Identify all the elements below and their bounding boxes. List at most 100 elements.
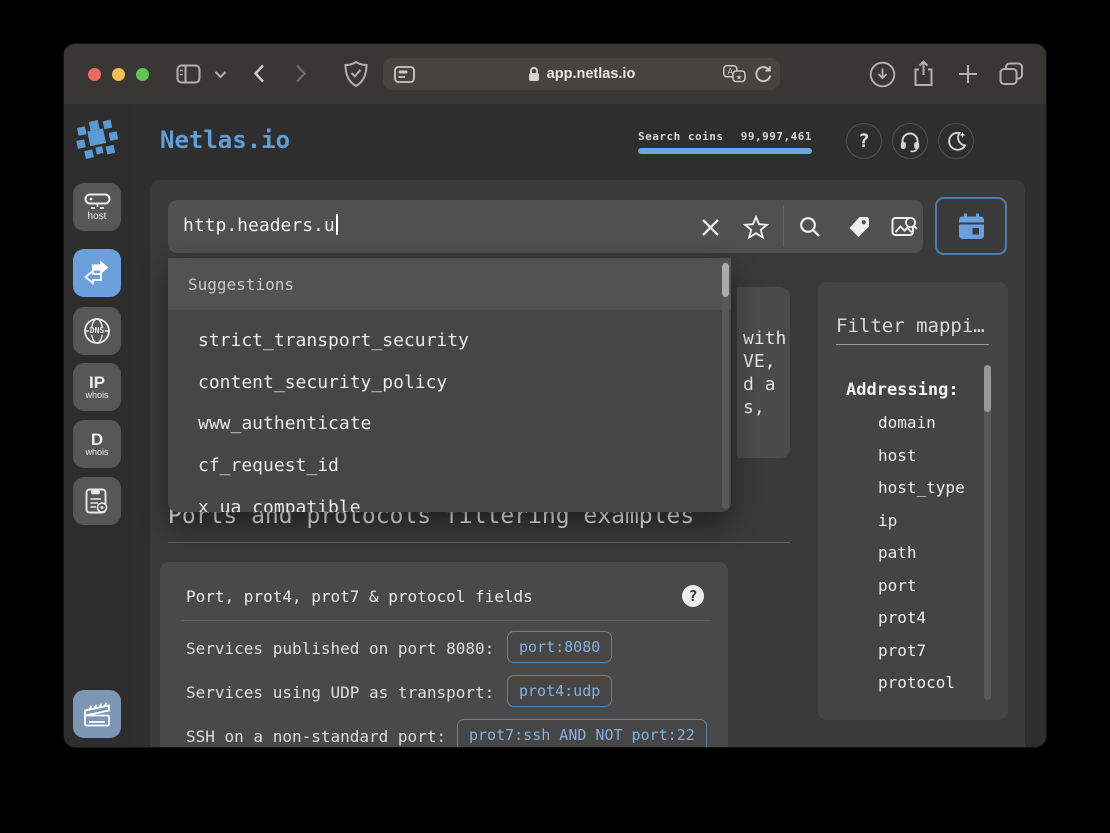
host-server-icon [84, 193, 111, 210]
examples-help-button[interactable]: ? [682, 585, 704, 607]
sidebar-item-domain-whois[interactable]: D whois [73, 420, 121, 468]
ip-whois-label: whois [85, 391, 108, 400]
filter-item[interactable]: path [878, 543, 917, 562]
browser-toolbar: app.netlas.io A★ [64, 44, 1046, 104]
support-button[interactable] [892, 123, 928, 159]
image-search-icon[interactable] [890, 213, 918, 241]
forward-button[interactable] [295, 64, 307, 83]
chevron-down-icon[interactable] [214, 70, 227, 79]
filter-item[interactable]: protocol [878, 673, 955, 692]
filter-group-addressing: Addressing: [846, 380, 959, 400]
share-button[interactable] [912, 59, 935, 88]
occluded-text: s, [743, 397, 765, 418]
question-mark-icon: ? [858, 130, 869, 152]
sidebar-item-responses[interactable] [73, 249, 121, 297]
filter-item[interactable]: prot7 [878, 641, 926, 660]
suggestion-item[interactable]: content_security_policy [198, 372, 447, 393]
clapperboard-icon [82, 701, 112, 728]
filter-item[interactable]: host_type [878, 478, 965, 497]
netlas-logo-icon[interactable] [74, 116, 120, 162]
filter-scrollbar-track[interactable] [984, 365, 991, 700]
suggestion-item[interactable]: x_ua_compatible [198, 497, 361, 512]
example-row-label: SSH on a non-standard port: [186, 727, 446, 746]
occluded-text: d a [743, 374, 776, 395]
minimize-window-button[interactable] [112, 68, 125, 81]
sidebar-item-ip-whois[interactable]: IP whois [73, 363, 121, 411]
request-response-arrows-icon [83, 260, 111, 286]
save-search-star-icon[interactable] [742, 213, 770, 241]
dns-label: DNS [89, 327, 105, 335]
tools-sidebar: host DNS IP whois D whois [64, 104, 130, 747]
domain-whois-d-label: D [91, 431, 103, 448]
search-query-text: http.headers.u [183, 214, 338, 236]
dropdown-scrollbar-thumb[interactable] [722, 263, 729, 297]
back-button[interactable] [253, 64, 265, 83]
domain-whois-label: whois [85, 448, 108, 457]
dropdown-scrollbar-track[interactable] [722, 261, 729, 509]
filter-title-underline [836, 344, 989, 345]
examples-card-title: Port, prot4, prot7 & protocol fields [186, 587, 533, 606]
new-tab-button[interactable] [957, 63, 979, 85]
translate-icon[interactable]: A★ [723, 65, 746, 83]
suggestion-item[interactable]: cf_request_id [198, 455, 339, 476]
search-input[interactable]: http.headers.u [168, 200, 923, 253]
app-header: Netlas.io Search coins 99,997,461 ? [130, 104, 1046, 180]
examples-card-divider [181, 620, 711, 621]
port-protocol-examples-card: Port, prot4, prot7 & protocol fields ? S… [160, 562, 728, 747]
example-query-chip[interactable]: prot7:ssh AND NOT port:22 [457, 719, 707, 747]
example-query-chip[interactable]: port:8080 [507, 631, 612, 663]
dns-globe-icon: DNS [83, 317, 111, 345]
suggestion-item[interactable]: www_authenticate [198, 413, 371, 434]
suggestions-header: Suggestions [168, 258, 731, 310]
filter-item[interactable]: ip [878, 511, 897, 530]
example-row-label: Services published on port 8080: [186, 639, 494, 658]
filter-mappings-panel: Filter mappi… Addressing: domain host ho… [818, 282, 1008, 720]
text-caret [336, 214, 338, 235]
occluded-info-card: with VE, d a s, [737, 287, 790, 458]
coins-label: Search coins [638, 130, 723, 143]
zoom-window-button[interactable] [136, 68, 149, 81]
downloads-button[interactable] [869, 61, 896, 88]
filter-item[interactable]: port [878, 576, 917, 595]
tag-icon[interactable] [845, 213, 873, 241]
filter-panel-title: Filter mappi… [836, 315, 991, 337]
search-coins-widget: Search coins 99,997,461 [638, 130, 812, 154]
suggestions-dropdown: Suggestions strict_transport_security co… [168, 258, 731, 512]
netlas-logo-text[interactable]: Netlas.io [160, 126, 290, 154]
occluded-text: VE, [743, 351, 776, 372]
filter-item[interactable]: host [878, 446, 917, 465]
lock-icon [528, 66, 540, 82]
suggestion-item[interactable]: strict_transport_security [198, 330, 469, 351]
dark-mode-toggle[interactable] [938, 123, 974, 159]
example-row-label: Services using UDP as transport: [186, 683, 494, 702]
example-query-chip[interactable]: prot4:udp [507, 675, 612, 707]
sidebar-item-host[interactable]: host [73, 183, 121, 231]
svg-text:★: ★ [736, 73, 742, 81]
sidebar-item-certificates[interactable] [73, 477, 121, 525]
scan-date-button[interactable] [935, 197, 1007, 255]
filter-item[interactable]: domain [878, 413, 936, 432]
sidebar-item-media[interactable] [73, 690, 121, 738]
url-bar[interactable]: app.netlas.io A★ [383, 58, 780, 90]
sidebar-toggle-icon[interactable] [176, 64, 201, 84]
tab-overview-button[interactable] [999, 62, 1024, 86]
clear-search-icon[interactable] [696, 213, 724, 241]
question-mark-icon: ? [688, 587, 697, 605]
browser-window: app.netlas.io A★ Netlas.io Search coins [64, 44, 1046, 747]
host-label: host [88, 212, 107, 222]
occluded-text: with [743, 328, 786, 349]
filter-scrollbar-thumb[interactable] [984, 365, 991, 412]
coins-progress-bar [638, 148, 812, 154]
moon-star-icon [945, 130, 968, 153]
section-divider [168, 542, 790, 543]
close-window-button[interactable] [88, 68, 101, 81]
headset-icon [898, 130, 922, 153]
reload-icon[interactable] [754, 65, 772, 83]
privacy-shield-icon[interactable] [343, 60, 369, 88]
ip-whois-ip-label: IP [89, 374, 105, 391]
help-button[interactable]: ? [846, 123, 882, 159]
filter-item[interactable]: prot4 [878, 608, 926, 627]
search-icon[interactable] [796, 213, 824, 241]
sidebar-item-dns[interactable]: DNS [73, 307, 121, 355]
coins-value: 99,997,461 [741, 130, 812, 143]
